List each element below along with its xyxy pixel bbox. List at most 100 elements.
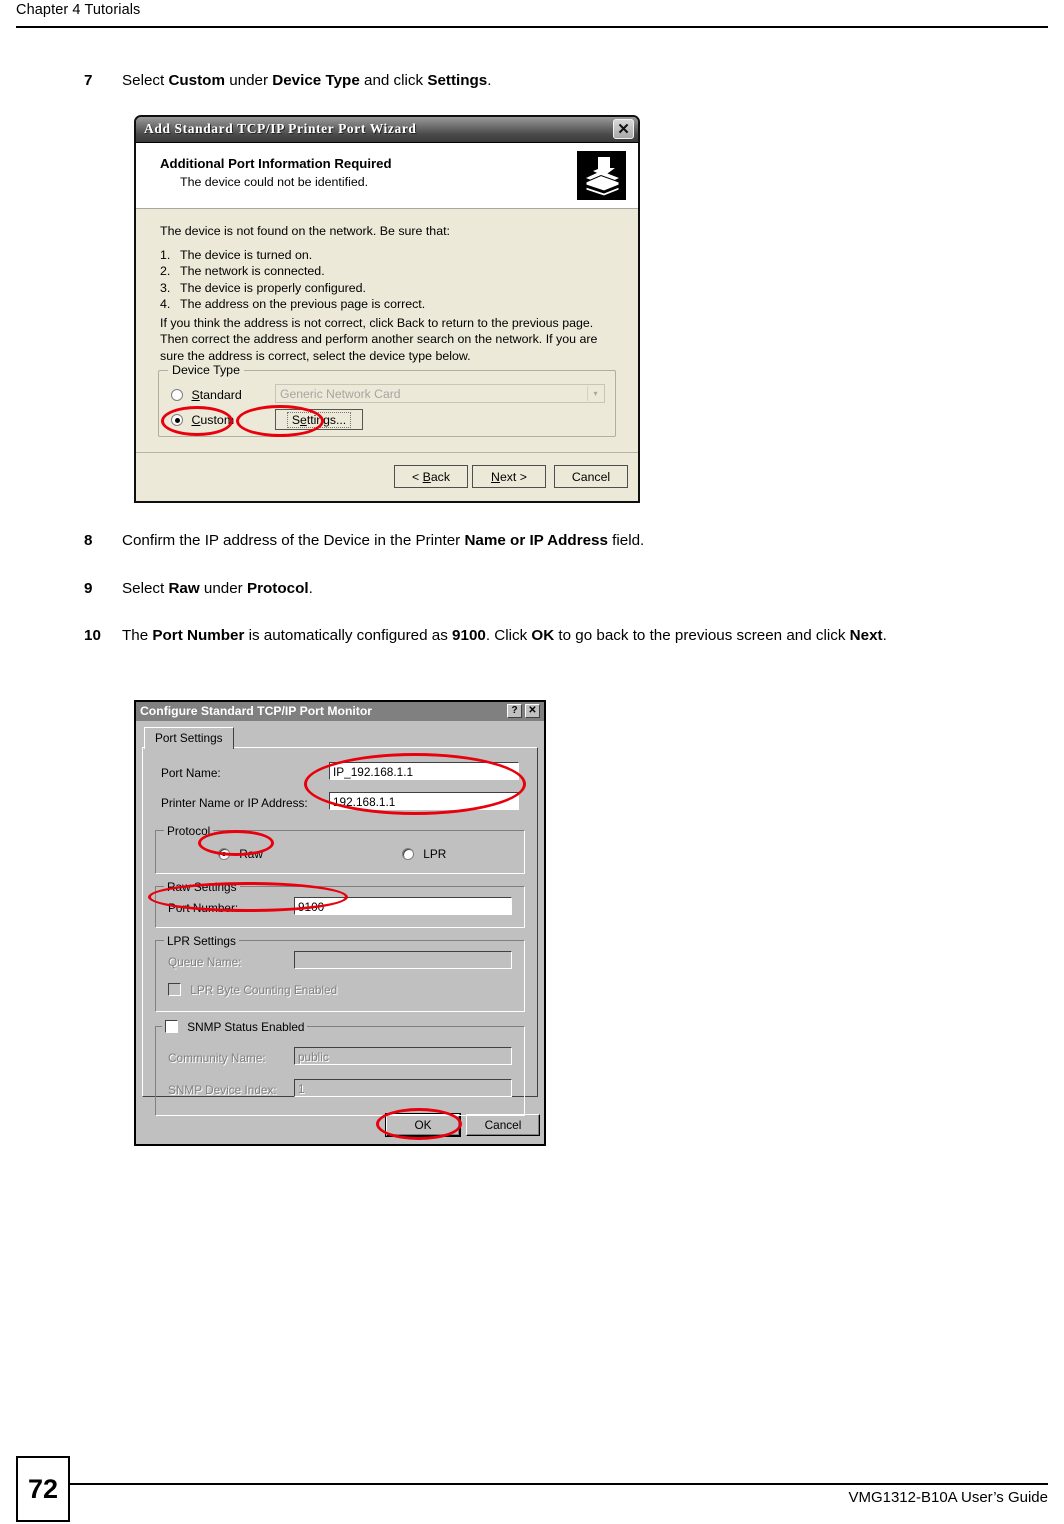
port-number-input[interactable]: 9100: [294, 897, 512, 915]
step-text: Select Raw under Protocol.: [122, 580, 313, 597]
radio-raw-icon[interactable]: [218, 848, 230, 860]
protocol-groupbox: Protocol Raw LPR: [155, 824, 525, 874]
list-item: 1. The device is turned on.: [160, 247, 425, 263]
configure-tcpip-port-monitor-dialog[interactable]: Configure Standard TCP/IP Port Monitor ?…: [134, 700, 546, 1146]
settings-button[interactable]: Settings...: [275, 409, 363, 430]
list-item-label: The device is turned on.: [180, 248, 313, 262]
settings-button-label: Settings...: [286, 411, 352, 428]
page-number: 72: [16, 1456, 70, 1522]
radio-lpr-label: LPR: [423, 847, 447, 861]
ok-button[interactable]: OK: [385, 1113, 461, 1137]
raw-settings-group-title: Raw Settings: [164, 880, 240, 894]
close-icon[interactable]: ✕: [613, 119, 634, 139]
help-icon[interactable]: ?: [507, 704, 522, 718]
wizard-checklist: 1. The device is turned on. 2. The network…: [160, 247, 425, 313]
radio-custom-icon[interactable]: [171, 414, 183, 426]
list-item-number: 2.: [160, 264, 171, 279]
radio-standard-label-rest: tandard: [199, 388, 242, 402]
snmp-status-label: SNMP Status Enabled: [187, 1020, 305, 1034]
checkbox-lpr-byte-counting-icon: [168, 983, 181, 996]
wizard-intro-text: The device is not found on the network. …: [160, 224, 450, 238]
snmp-device-index-input: 1: [294, 1079, 512, 1097]
device-type-combobox-value: Generic Network Card: [280, 387, 401, 401]
chevron-down-icon[interactable]: ▾: [587, 386, 603, 401]
community-name-input: public: [294, 1047, 512, 1065]
radio-standard-icon[interactable]: [171, 389, 183, 401]
snmp-status-groupbox: SNMP Status Enabled Community Name: publ…: [155, 1020, 525, 1116]
snmp-device-index-label: SNMP Device Index:: [168, 1083, 277, 1097]
wizard-header-subtitle: The device could not be identified.: [180, 175, 369, 189]
close-icon[interactable]: ✕: [525, 704, 540, 718]
wizard-titlebar[interactable]: Add Standard TCP/IP Printer Port Wizard …: [136, 117, 638, 143]
step-number: 9: [84, 580, 93, 597]
settings-button-label-rest: ttings...: [306, 412, 347, 427]
radio-raw-row[interactable]: Raw: [218, 847, 263, 861]
page-footer: 72 VMG1312-B10A User’s Guide: [0, 1448, 1064, 1524]
step-text: Confirm the IP address of the Device in …: [122, 532, 645, 549]
lpr-byte-counting-label: LPR Byte Counting Enabled: [190, 983, 338, 997]
queue-name-label: Queue Name:: [168, 955, 242, 969]
step-10: 10 The Port Number is automatically conf…: [84, 625, 1052, 647]
list-item-label: The address on the previous page is corr…: [180, 297, 426, 312]
wizard-paragraph: If you think the address is not correct,…: [160, 316, 598, 363]
printer-icon: [577, 151, 626, 200]
radio-standard-label-mnemonic: S: [191, 388, 200, 402]
step-number: 10: [84, 627, 101, 644]
step-text: Select Custom under Device Type and clic…: [122, 72, 492, 89]
radio-custom-label: Custom: [191, 413, 234, 427]
wizard-title: Add Standard TCP/IP Printer Port Wizard: [144, 121, 417, 136]
list-item-number: 4.: [160, 297, 171, 312]
header-rule: [16, 26, 1048, 28]
port-name-input[interactable]: IP_192.168.1.1: [329, 762, 519, 780]
step-number: 7: [84, 72, 93, 89]
port-settings-panel: Port Name: IP_192.168.1.1 Printer Name o…: [142, 747, 538, 1116]
snmp-status-group-title[interactable]: SNMP Status Enabled: [162, 1020, 308, 1034]
queue-name-input: [294, 951, 512, 969]
list-item: 2. The network is connected.: [160, 263, 425, 279]
portmon-titlebar[interactable]: Configure Standard TCP/IP Port Monitor ?…: [136, 702, 544, 721]
list-item-label: The device is properly configured.: [180, 280, 366, 295]
radio-custom-row[interactable]: Custom: [171, 413, 234, 427]
wizard-header-panel: Additional Port Information Required The…: [136, 143, 638, 209]
radio-raw-label: Raw: [239, 847, 263, 861]
next-button-label: Next >: [491, 469, 527, 484]
checkbox-snmp-status-icon[interactable]: [165, 1020, 178, 1033]
radio-custom-label-rest: ustom: [200, 413, 235, 427]
radio-lpr-row[interactable]: LPR: [402, 847, 446, 861]
footer-rule: [70, 1483, 1048, 1485]
step-text: The Port Number is automatically configu…: [122, 627, 887, 644]
device-type-group-title: Device Type: [168, 363, 244, 377]
back-button[interactable]: < Back: [394, 465, 468, 488]
tab-port-settings[interactable]: Port Settings: [144, 727, 234, 749]
settings-button-label-pre: S: [291, 412, 301, 427]
back-button-label: < Back: [412, 469, 450, 484]
port-number-label: Port Number:: [168, 901, 239, 915]
step-number: 8: [84, 532, 93, 549]
wizard-header-title: Additional Port Information Required: [160, 156, 392, 171]
protocol-group-title: Protocol: [164, 824, 214, 838]
step-9: 9 Select Raw under Protocol.: [84, 578, 984, 600]
radio-lpr-icon[interactable]: [402, 848, 414, 860]
printer-name-or-ip-input[interactable]: 192.168.1.1: [329, 792, 519, 810]
cancel-button[interactable]: Cancel: [554, 465, 628, 488]
chapter-label: Chapter 4 Tutorials: [16, 2, 141, 18]
next-button[interactable]: Next >: [472, 465, 546, 488]
community-name-label: Community Name:: [168, 1051, 266, 1065]
wizard-button-bar: < Back Next > Cancel: [136, 452, 638, 501]
radio-standard-row[interactable]: Standard: [171, 388, 242, 402]
radio-standard-label: Standard: [191, 388, 241, 402]
cancel-button[interactable]: Cancel: [466, 1114, 540, 1136]
step-8: 8 Confirm the IP address of the Device i…: [84, 530, 1004, 552]
port-name-label: Port Name:: [161, 766, 221, 780]
list-item-label: The network is connected.: [180, 264, 325, 279]
list-item-number: 1.: [160, 248, 171, 262]
list-item: 3. The device is properly configured.: [160, 280, 425, 296]
printer-name-or-ip-label: Printer Name or IP Address:: [161, 796, 308, 810]
device-type-combobox[interactable]: Generic Network Card ▾: [275, 384, 605, 403]
lpr-settings-groupbox: LPR Settings Queue Name: LPR Byte Counti…: [155, 934, 525, 1012]
settings-button-label-mnemonic: e: [300, 412, 307, 427]
add-tcpip-printer-port-wizard-dialog[interactable]: Add Standard TCP/IP Printer Port Wizard …: [134, 115, 640, 503]
lpr-settings-group-title: LPR Settings: [164, 934, 239, 948]
portmon-title: Configure Standard TCP/IP Port Monitor: [140, 704, 373, 718]
list-item-number: 3.: [160, 280, 171, 295]
